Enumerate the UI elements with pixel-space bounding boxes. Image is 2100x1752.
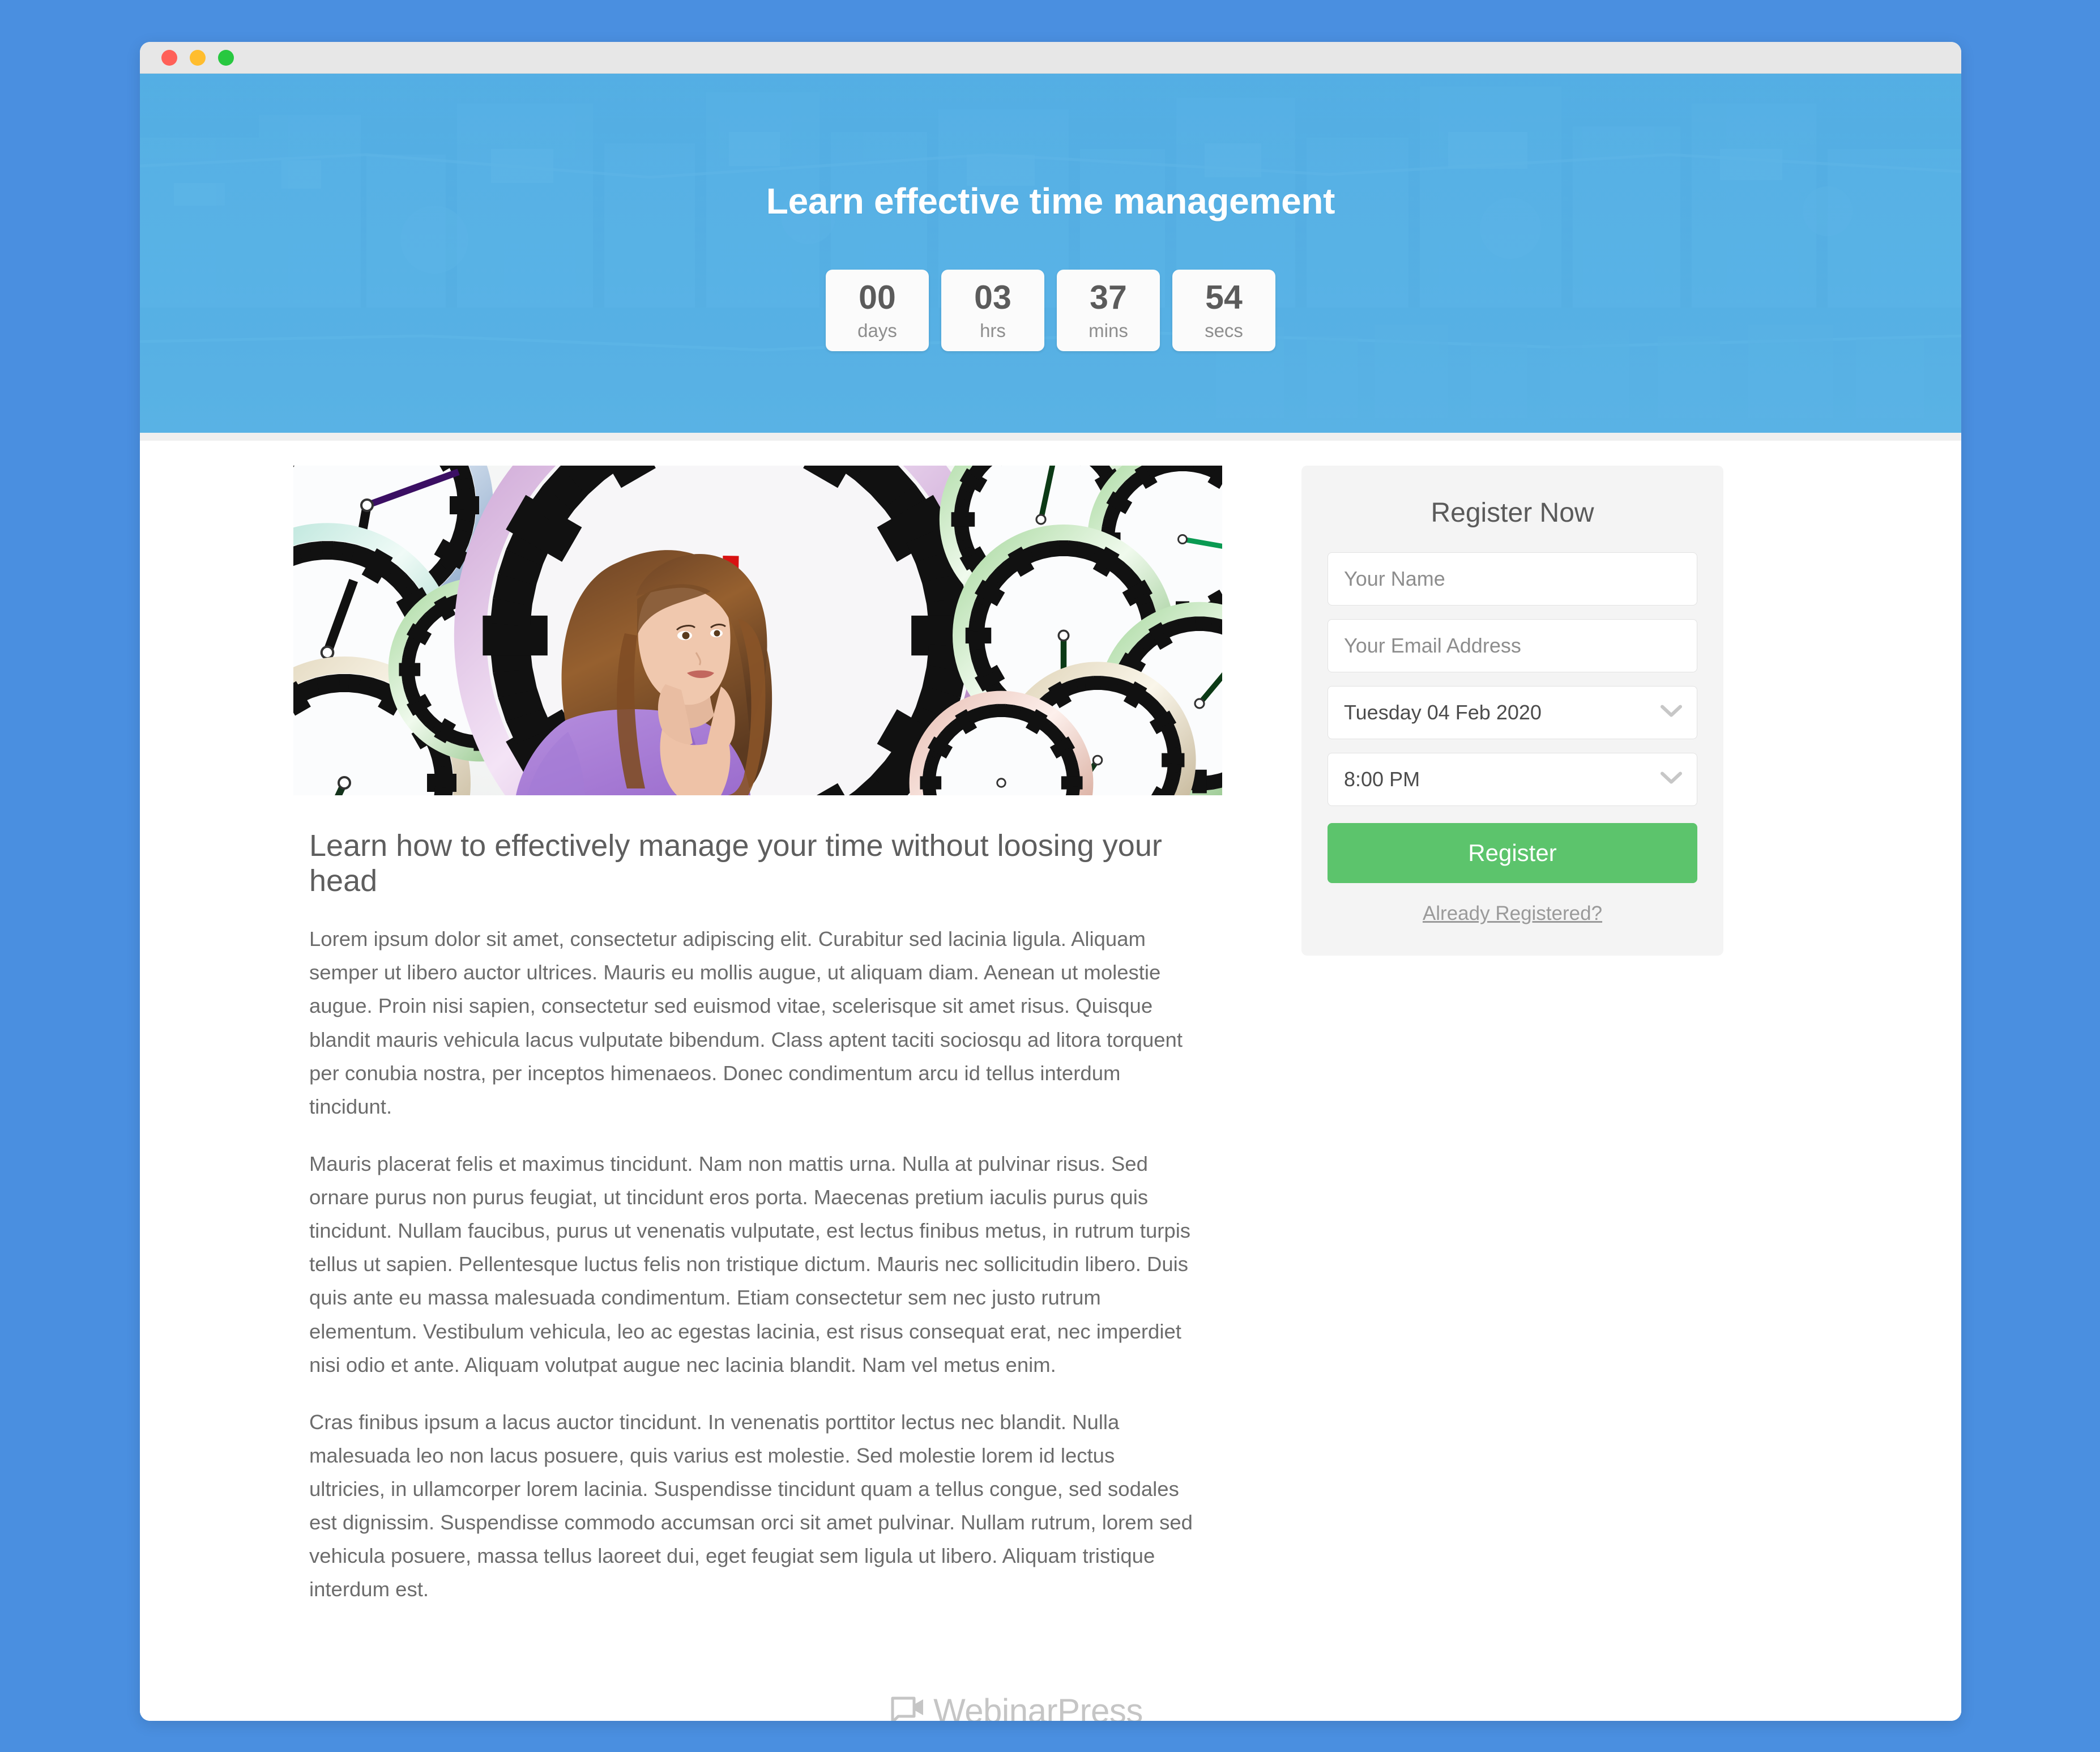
date-select-value: Tuesday 04 Feb 2020 [1344,701,1542,724]
article-heading: Learn how to effectively manage your tim… [309,829,1162,898]
already-registered-link[interactable]: Already Registered? [1328,902,1697,925]
register-submit-button[interactable]: Register [1328,823,1697,883]
registration-card: Register Now Your Name Your Email Addres… [1301,466,1723,956]
footer-branding: WebinarPress [289,1691,1812,1721]
chevron-down-icon [1661,771,1682,788]
minimize-window-button[interactable] [190,49,206,66]
article-paragraph: Mauris placerat felis et maximus tincidu… [309,1152,1191,1376]
name-field-placeholder: Your Name [1344,567,1445,590]
countdown-minutes: 37 mins [1057,270,1160,351]
time-select[interactable]: 8:00 PM [1328,753,1697,806]
countdown-hours-label: hrs [980,320,1006,341]
browser-window: Learn effective time management 00 days … [140,42,1961,1721]
featured-image [293,466,1222,795]
browser-titlebar [140,42,1961,74]
countdown-hours: 03 hrs [941,270,1044,351]
countdown-minutes-value: 37 [1090,279,1127,316]
article-paragraph: Lorem ipsum dolor sit amet, consectetur … [309,927,1183,1118]
date-select[interactable]: Tuesday 04 Feb 2020 [1328,686,1697,739]
page-viewport: Learn effective time management 00 days … [140,74,1961,1721]
countdown-days: 00 days [826,270,929,351]
registration-column: Register Now Your Name Your Email Addres… [1301,466,1723,956]
time-select-value: 8:00 PM [1344,768,1420,791]
main-content-column: Learn how to effectively manage your tim… [293,466,1222,1606]
chevron-down-icon [1661,705,1682,721]
hero-banner: Learn effective time management 00 days … [140,74,1961,441]
countdown-minutes-label: mins [1089,320,1128,341]
countdown-days-value: 00 [859,279,896,316]
name-field[interactable]: Your Name [1328,552,1697,606]
countdown-seconds: 54 secs [1172,270,1275,351]
countdown-seconds-label: secs [1205,320,1243,341]
email-field[interactable]: Your Email Address [1328,619,1697,672]
countdown-hours-value: 03 [974,279,1011,316]
countdown-days-label: days [857,320,897,341]
countdown-seconds-value: 54 [1205,279,1243,316]
close-window-button[interactable] [161,49,177,66]
video-camera-icon [890,1695,925,1721]
countdown-timer: 00 days 03 hrs 37 mins 54 secs [826,270,1275,351]
hero-title: Learn effective time management [766,181,1335,221]
footer-logo-text: WebinarPress [933,1691,1143,1721]
article-paragraph: Cras finibus ipsum a lacus auctor tincid… [309,1410,1193,1601]
page-body: Learn how to effectively manage your tim… [140,441,1961,1721]
registration-title: Register Now [1431,498,1594,528]
maximize-window-button[interactable] [218,49,234,66]
email-field-placeholder: Your Email Address [1344,634,1521,657]
